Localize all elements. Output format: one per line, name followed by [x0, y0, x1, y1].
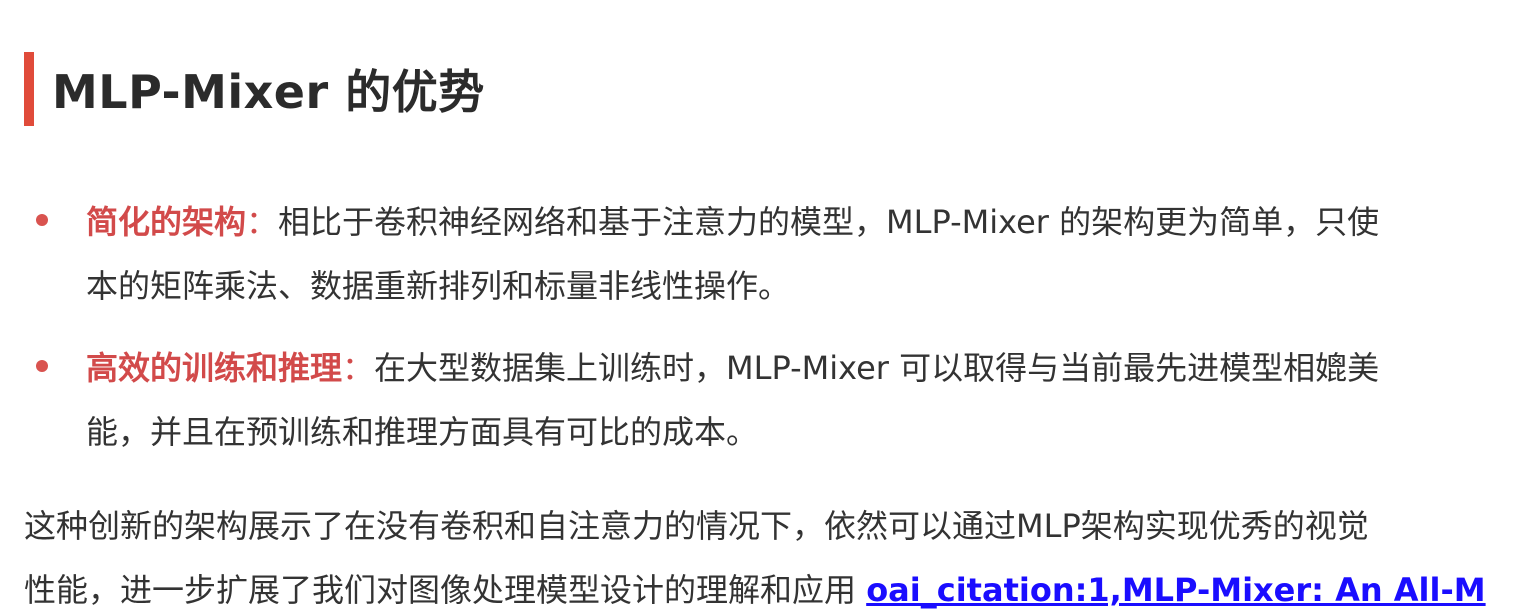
bullet-text: 相比于卷积神经网络和基于注意力的模型，MLP-Mixer 的架构更为简单，只使 [278, 203, 1380, 241]
bullet-text-continued: 本的矩阵乘法、数据重新排列和标量非线性操作。 [86, 267, 791, 305]
bullet-key: 高效的训练和推理 [86, 349, 343, 387]
list-item: 简化的架构：相比于卷积神经网络和基于注意力的模型，MLP-Mixer 的架构更为… [0, 190, 1528, 318]
paragraph-line-1: 这种创新的架构展示了在没有卷积和自注意力的情况下，依然可以通过MLP架构实现优秀… [24, 507, 1369, 545]
bullet-line-1: 高效的训练和推理：在大型数据集上训练时，MLP-Mixer 可以取得与当前最先进… [86, 336, 1528, 400]
citation-link[interactable]: oai_citation:1,MLP-Mixer: An All-M [866, 571, 1485, 609]
advantages-list: 简化的架构：相比于卷积神经网络和基于注意力的模型，MLP-Mixer 的架构更为… [0, 190, 1528, 482]
bullet-dot-icon [36, 214, 48, 226]
section-heading: MLP-Mixer 的优势 [24, 52, 485, 126]
list-item: 高效的训练和推理：在大型数据集上训练时，MLP-Mixer 可以取得与当前最先进… [0, 336, 1528, 464]
article-page: MLP-Mixer 的优势 简化的架构：相比于卷积神经网络和基于注意力的模型，M… [0, 0, 1528, 612]
section-title: MLP-Mixer 的优势 [52, 65, 485, 119]
paragraph-line-2: 性能，进一步扩展了我们对图像处理模型设计的理解和应用 oai_citation:… [24, 558, 1528, 612]
bullet-colon: ： [246, 203, 279, 241]
summary-paragraph: 这种创新的架构展示了在没有卷积和自注意力的情况下，依然可以通过MLP架构实现优秀… [24, 494, 1528, 612]
paragraph-text: 性能，进一步扩展了我们对图像处理模型设计的理解和应用 [24, 571, 867, 609]
bullet-line-2: 能，并且在预训练和推理方面具有可比的成本。 [86, 400, 1528, 464]
bullet-colon: ： [342, 349, 375, 387]
heading-accent-bar [24, 52, 34, 126]
bullet-key: 简化的架构 [86, 203, 247, 241]
bullet-text-continued: 能，并且在预训练和推理方面具有可比的成本。 [86, 413, 759, 451]
bullet-text: 在大型数据集上训练时，MLP-Mixer 可以取得与当前最先进模型相媲美 [374, 349, 1380, 387]
bullet-dot-icon [36, 360, 48, 372]
bullet-line-2: 本的矩阵乘法、数据重新排列和标量非线性操作。 [86, 254, 1528, 318]
bullet-line-1: 简化的架构：相比于卷积神经网络和基于注意力的模型，MLP-Mixer 的架构更为… [86, 190, 1528, 254]
